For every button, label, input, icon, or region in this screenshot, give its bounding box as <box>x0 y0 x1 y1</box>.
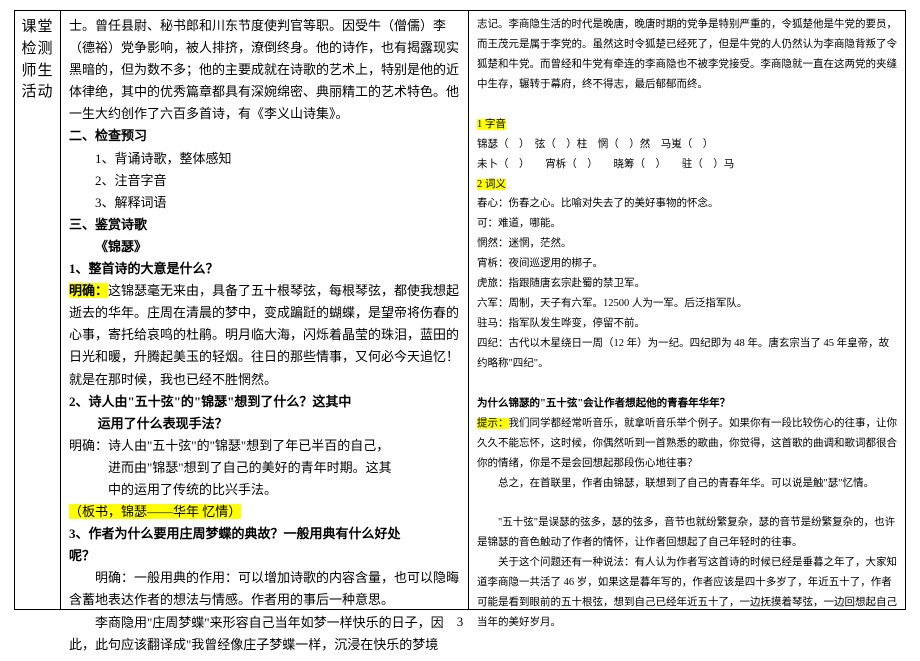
phonetics-heading: 1 字音 <box>477 115 897 135</box>
vocab-item-5: 虎旅：指跟随唐玄宗赴蜀的禁卫军。 <box>477 274 897 294</box>
board-note: （板书，锦瑟——华年 忆情） <box>69 501 460 523</box>
label-line-3: 师生 <box>19 61 56 83</box>
hint-label: 提示： <box>477 418 509 429</box>
vocab-item-6: 六军：周制，天子有六军。12500 人为一军。后泛指军队。 <box>477 294 897 314</box>
vocab-item-2: 可：难道，哪能。 <box>477 214 897 234</box>
question-3-line-1: 3、作者为什么要用庄周梦蝶的典故？一般用典有什么好处 <box>69 523 460 545</box>
section-2-heading: 二、检查预习 <box>69 125 460 147</box>
vocab-item-3: 惘然：迷惘，茫然。 <box>477 234 897 254</box>
question-2-line-2: 运用了什么表现手法？ <box>69 413 460 435</box>
summary-line: 总之，在首联里，作者由锦瑟，联想到了自己的青春年华。可以说是触"瑟"忆情。 <box>477 474 897 494</box>
section-2-item-1: 1、背诵诗歌，整体感知 <box>69 148 460 170</box>
student-content-column: 志记。李商隐生活的时代是晚唐，晚唐时期的党争是特别严重的，令狐楚他是牛党的要员，… <box>469 11 905 609</box>
answer-2-line-1: 明确：诗人由"五十弦"的"锦瑟"想到了年已半百的自己， <box>69 435 460 457</box>
context-paragraph: 志记。李商隐生活的时代是晚唐，晚唐时期的党争是特别严重的，令狐楚他是牛党的要员，… <box>477 15 897 95</box>
phonetics-line-1: 锦瑟（ ） 弦（ ）柱 惘（ ）然 马嵬（ ） <box>477 135 897 155</box>
answer-3-para-2: 李商隐用"庄周梦蝶"来形容自己当年如梦一样快乐的日子，因此，此句应该翻译成"我曾… <box>69 612 460 656</box>
explain-para-2: 关于这个问题还有一种说法：有人认为作者写这首诗的时候已经是垂暮之年了，大家知道李… <box>477 553 897 633</box>
discussion-question: 为什么锦瑟的"五十弦"会让作者想起他的青春年华年？ <box>477 394 897 414</box>
answer-3-para-1: 明确：一般用典的作用：可以增加诗歌的内容含量，也可以隐晦含蓄地表达作者的想法与情… <box>69 567 460 611</box>
vocab-item-7: 驻马：指军队发生哗变，停留不前。 <box>477 314 897 334</box>
vocab-item-1: 春心：伤春之心。比喻对失去了的美好事物的怀念。 <box>477 194 897 214</box>
question-2-line-1: 2、诗人由"五十弦"的"锦瑟"想到了什么？这其中 <box>69 391 460 413</box>
lesson-table: 课堂 检测 师生 活动 士。曾任县尉、秘书郎和川东节度使判官等职。因受牛（僧儒）… <box>14 10 906 610</box>
row-label-cell: 课堂 检测 师生 活动 <box>15 11 61 609</box>
question-1: 1、整首诗的大意是什么？ <box>69 258 460 280</box>
hint-paragraph: 提示：我们同学都经常听音乐，就拿听音乐举个例子。如果你有一段比较伤心的往事，让你… <box>477 414 897 474</box>
answer-2-line-2: 进而由"锦瑟"想到了自己的美好的青年时期。这其 <box>69 457 460 479</box>
answer-1: 明确：这锦瑟毫无来由，具备了五十根琴弦，每根琴弦，都使我想起逝去的华年。庄周在清… <box>69 280 460 390</box>
explain-para-1: "五十弦"是误瑟的弦多，瑟的弦多，音节也就纷繁复杂，瑟的音节是纷繁复杂的，也许是… <box>477 513 897 553</box>
teacher-content-column: 士。曾任县尉、秘书郎和川东节度使判官等职。因受牛（僧儒）李（德裕）党争影响，被人… <box>61 11 469 609</box>
section-2-item-2: 2、注音字音 <box>69 170 460 192</box>
section-2-item-3: 3、解释词语 <box>69 192 460 214</box>
phonetics-label: 1 字音 <box>477 119 506 130</box>
section-3-heading: 三、鉴赏诗歌 <box>69 214 460 236</box>
vocab-heading: 2 词义 <box>477 175 897 195</box>
hint-body: 我们同学都经常听音乐，就拿听音乐举个例子。如果你有一段比较伤心的往事，让你久久不… <box>477 418 897 469</box>
label-line-4: 活动 <box>19 82 56 104</box>
intro-paragraph: 士。曾任县尉、秘书郎和川东节度使判官等职。因受牛（僧儒）李（德裕）党争影响，被人… <box>69 15 460 125</box>
question-3-line-2: 呢？ <box>69 545 460 567</box>
label-line-1: 课堂 <box>19 17 56 39</box>
vocab-item-4: 宵柝：夜间巡逻用的梆子。 <box>477 254 897 274</box>
answer-1-body: 这锦瑟毫无来由，具备了五十根琴弦，每根琴弦，都使我想起逝去的华年。庄周在清晨的梦… <box>69 283 459 386</box>
vocab-label: 2 词义 <box>477 179 506 190</box>
answer-1-label: 明确： <box>69 283 108 298</box>
phonetics-line-2: 未卜（ ） 宵柝（ ） 晓筹（ ） 驻（ ）马 <box>477 155 897 175</box>
label-line-2: 检测 <box>19 39 56 61</box>
board-note-text: （板书，锦瑟——华年 忆情） <box>69 504 241 519</box>
vocab-item-8: 四纪：古代以木星绕日一周（12 年）为一纪。四纪即为 48 年。唐玄宗当了 45… <box>477 334 897 374</box>
answer-2-line-3: 中的运用了传统的比兴手法。 <box>69 479 460 501</box>
poem-title: 《锦瑟》 <box>69 236 460 258</box>
